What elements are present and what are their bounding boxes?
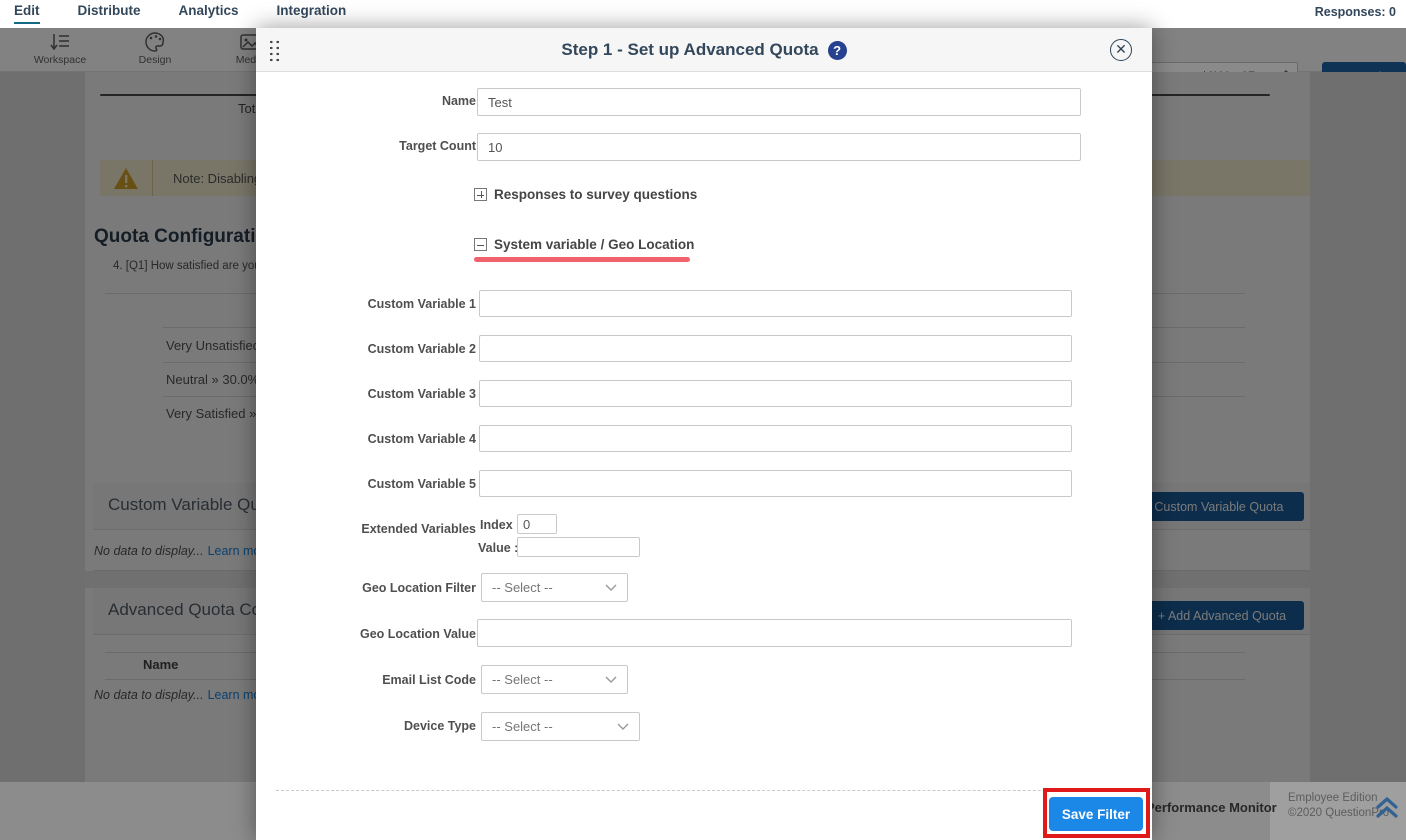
name-label: Name bbox=[256, 94, 476, 108]
custom-variable-2-input[interactable] bbox=[479, 335, 1072, 362]
quota-configuration-title: Quota Configuration bbox=[94, 226, 279, 248]
device-type-select[interactable]: -- Select -- bbox=[481, 712, 640, 741]
close-icon[interactable]: ✕ bbox=[1110, 39, 1132, 61]
geo-location-filter-value: -- Select -- bbox=[482, 580, 605, 595]
name-input[interactable] bbox=[477, 88, 1081, 116]
no-data-text: No data to display... bbox=[94, 544, 204, 558]
target-count-label: Target Count bbox=[256, 139, 476, 153]
geo-location-filter-label: Geo Location Filter bbox=[256, 581, 476, 595]
plus-icon: + bbox=[1158, 609, 1165, 623]
name-column-header: Name bbox=[143, 657, 178, 672]
plus-square-icon bbox=[474, 188, 487, 201]
target-count-input[interactable] bbox=[477, 133, 1081, 161]
system-variable-section-toggle[interactable]: System variable / Geo Location bbox=[474, 237, 694, 252]
custom-variable-1-label: Custom Variable 1 bbox=[256, 297, 476, 311]
custom-quota-empty-row: No data to display...Learn more bbox=[94, 544, 272, 558]
modal-header: Step 1 - Set up Advanced Quota ? ✕ bbox=[256, 28, 1152, 72]
custom-variable-2-label: Custom Variable 2 bbox=[256, 342, 476, 356]
chevron-down-icon bbox=[605, 676, 617, 683]
quota-row: Very Satisfied » bbox=[166, 406, 256, 421]
index-input[interactable] bbox=[517, 514, 557, 534]
add-advanced-quota-label: Add Advanced Quota bbox=[1168, 609, 1286, 623]
responses-section-label: Responses to survey questions bbox=[494, 187, 697, 202]
extended-variables-label: Extended Variables bbox=[256, 522, 476, 536]
custom-variable-4-input[interactable] bbox=[479, 425, 1072, 452]
value-input[interactable] bbox=[517, 537, 640, 557]
save-filter-button[interactable]: Save Filter bbox=[1049, 797, 1143, 831]
no-data-text: No data to display... bbox=[94, 688, 204, 702]
email-list-code-value: -- Select -- bbox=[482, 672, 605, 687]
quota-row: Neutral » 30.0% bbox=[166, 372, 259, 387]
custom-variable-5-label: Custom Variable 5 bbox=[256, 477, 476, 491]
responses-section-toggle[interactable]: Responses to survey questions bbox=[474, 187, 697, 202]
device-type-label: Device Type bbox=[256, 719, 476, 733]
modal-title: Step 1 - Set up Advanced Quota bbox=[561, 40, 818, 60]
modal-footer-divider bbox=[276, 790, 1146, 791]
geo-location-value-input[interactable] bbox=[477, 619, 1072, 647]
custom-variable-1-input[interactable] bbox=[479, 290, 1072, 317]
advanced-quota-empty-row: No data to display...Learn more bbox=[94, 688, 272, 702]
double-chevron-up-icon[interactable] bbox=[1374, 794, 1400, 820]
email-list-code-select[interactable]: -- Select -- bbox=[481, 665, 628, 694]
chevron-down-icon bbox=[605, 584, 617, 591]
value-label: Value : bbox=[478, 541, 518, 555]
index-label: Index : bbox=[480, 518, 520, 532]
performance-monitor-label[interactable]: Performance Monitor bbox=[1146, 800, 1277, 815]
add-advanced-quota-button[interactable]: + Add Advanced Quota bbox=[1140, 601, 1304, 630]
note-text: Note: Disabling bbox=[173, 171, 261, 186]
help-icon[interactable]: ? bbox=[828, 41, 847, 60]
device-type-value: -- Select -- bbox=[482, 719, 617, 734]
red-underline-annotation bbox=[474, 257, 690, 262]
warning-icon bbox=[112, 166, 140, 191]
minus-square-icon bbox=[474, 238, 487, 251]
questionpro-app: Edit Distribute Analytics Integration Re… bbox=[0, 0, 1406, 840]
system-variable-section-label: System variable / Geo Location bbox=[494, 237, 694, 252]
custom-variable-3-input[interactable] bbox=[479, 380, 1072, 407]
custom-variable-3-label: Custom Variable 3 bbox=[256, 387, 476, 401]
custom-variable-4-label: Custom Variable 4 bbox=[256, 432, 476, 446]
geo-location-filter-select[interactable]: -- Select -- bbox=[481, 573, 628, 602]
advanced-quota-modal: Step 1 - Set up Advanced Quota ? ✕ Name … bbox=[256, 28, 1152, 840]
custom-variable-5-input[interactable] bbox=[479, 470, 1072, 497]
email-list-code-label: Email List Code bbox=[256, 673, 476, 687]
note-divider bbox=[152, 160, 153, 196]
chevron-down-icon bbox=[617, 723, 629, 730]
geo-location-value-label: Geo Location Value bbox=[256, 627, 476, 641]
quota-question: 4. [Q1] How satisfied are you bbox=[113, 260, 261, 272]
